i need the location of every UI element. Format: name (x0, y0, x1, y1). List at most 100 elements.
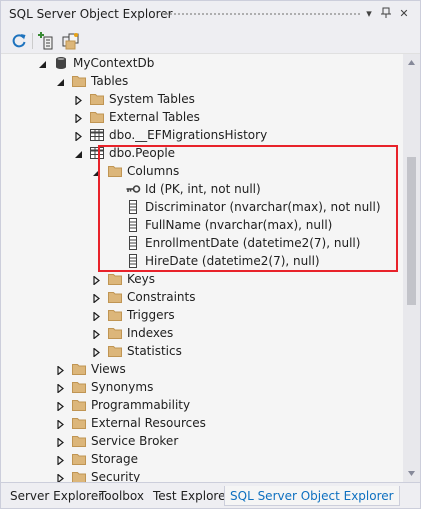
collapsed-arrow-icon[interactable] (56, 418, 65, 430)
bottom-tab-strip: Server Explorer Toolbox Test Explorer SQ… (1, 482, 420, 508)
tree-node-label: Programmability (91, 398, 191, 412)
tree-node[interactable]: Constraints (1, 288, 403, 306)
tab-toolbox[interactable]: Toolbox (94, 486, 149, 506)
title-bar[interactable]: SQL Server Object Explorer ▾ ✕ (1, 1, 420, 28)
collapsed-arrow-icon[interactable] (56, 382, 65, 394)
toolbar (1, 28, 420, 54)
vertical-scrollbar[interactable] (403, 54, 420, 482)
scroll-up-arrow-icon[interactable] (403, 54, 420, 71)
tree-node-label: EnrollmentDate (datetime2(7), null) (145, 236, 361, 250)
table-icon (89, 127, 105, 143)
tree-node[interactable]: System Tables (1, 90, 403, 108)
collapsed-arrow-icon[interactable] (92, 292, 101, 304)
refresh-icon[interactable] (9, 31, 29, 51)
sql-server-object-explorer-window: SQL Server Object Explorer ▾ ✕ MyContext… (0, 0, 421, 509)
tree-node-label: Constraints (127, 290, 196, 304)
collapsed-arrow-icon[interactable] (92, 274, 101, 286)
no-expander (110, 238, 119, 247)
expanded-arrow-icon[interactable] (92, 166, 101, 176)
tree-node[interactable]: dbo.__EFMigrationsHistory (1, 126, 403, 144)
tree-node[interactable]: Synonyms (1, 378, 403, 396)
folder-icon (107, 325, 123, 341)
collapsed-arrow-icon[interactable] (92, 328, 101, 340)
collapsed-arrow-icon[interactable] (92, 346, 101, 358)
folder-icon (89, 109, 105, 125)
tree-node[interactable]: FullName (nvarchar(max), null) (1, 216, 403, 234)
collapsed-arrow-icon[interactable] (92, 310, 101, 322)
auto-hide-pin-icon[interactable] (379, 7, 393, 21)
scroll-down-arrow-icon[interactable] (403, 465, 420, 482)
folder-icon (89, 91, 105, 107)
window-position-dropdown-icon[interactable]: ▾ (362, 7, 376, 21)
tree-node[interactable]: External Resources (1, 414, 403, 432)
tree-node[interactable]: EnrollmentDate (datetime2(7), null) (1, 234, 403, 252)
tree-node-label: Columns (127, 164, 180, 178)
tree-node[interactable]: dbo.People (1, 144, 403, 162)
column-icon (125, 253, 141, 269)
tree-node-label: HireDate (datetime2(7), null) (145, 254, 320, 268)
tab-sql-server-object-explorer[interactable]: SQL Server Object Explorer (224, 486, 400, 506)
tree-node-label: Tables (91, 74, 129, 88)
expanded-arrow-icon[interactable] (38, 58, 47, 68)
window-title: SQL Server Object Explorer (9, 7, 173, 21)
collapsed-arrow-icon[interactable] (56, 400, 65, 412)
folder-icon (107, 163, 123, 179)
title-grip (161, 12, 360, 17)
no-expander (110, 202, 119, 211)
tree-node-label: Indexes (127, 326, 174, 340)
tree-node-label: Service Broker (91, 434, 179, 448)
tree-node[interactable]: Service Broker (1, 432, 403, 450)
tree-node[interactable]: Tables (1, 72, 403, 90)
tab-test-explorer[interactable]: Test Explorer (148, 486, 235, 506)
tree-node-label: MyContextDb (73, 56, 155, 70)
tree-node[interactable]: Statistics (1, 342, 403, 360)
collapsed-arrow-icon[interactable] (74, 94, 83, 106)
tree-node[interactable]: Indexes (1, 324, 403, 342)
tree-node-label: Id (PK, int, not null) (145, 182, 261, 196)
tree-node[interactable]: Triggers (1, 306, 403, 324)
tree-node[interactable]: Id (PK, int, not null) (1, 180, 403, 198)
collapsed-arrow-icon[interactable] (56, 436, 65, 448)
no-expander (110, 220, 119, 229)
collapsed-arrow-icon[interactable] (74, 112, 83, 124)
tree-node[interactable]: Columns (1, 162, 403, 180)
tree-node[interactable]: External Tables (1, 108, 403, 126)
add-sql-server-icon[interactable] (38, 31, 58, 51)
tree-node[interactable]: Storage (1, 450, 403, 468)
collapsed-arrow-icon[interactable] (56, 454, 65, 466)
folder-icon (71, 397, 87, 413)
tree-node-label: FullName (nvarchar(max), null) (145, 218, 333, 232)
tree-node-label: Discriminator (nvarchar(max), not null) (145, 200, 381, 214)
scrollbar-thumb[interactable] (407, 157, 416, 305)
folder-icon (107, 271, 123, 287)
object-explorer-tree[interactable]: MyContextDb Tables System Tables External T… (1, 54, 403, 482)
tree-node[interactable]: Programmability (1, 396, 403, 414)
table-icon (89, 145, 105, 161)
tab-server-explorer[interactable]: Server Explorer (5, 486, 108, 506)
tree-node[interactable]: HireDate (datetime2(7), null) (1, 252, 403, 270)
tree-node[interactable]: Views (1, 360, 403, 378)
expanded-arrow-icon[interactable] (56, 76, 65, 86)
show-all-files-icon[interactable] (61, 31, 81, 51)
folder-icon (107, 289, 123, 305)
tree-node[interactable]: Keys (1, 270, 403, 288)
tree-node-label: Storage (91, 452, 138, 466)
tree-node[interactable]: Security (1, 468, 403, 482)
folder-icon (71, 433, 87, 449)
folder-icon (71, 451, 87, 467)
column-icon (125, 235, 141, 251)
column-icon (125, 217, 141, 233)
tree-node-label: Statistics (127, 344, 182, 358)
tree-node[interactable]: MyContextDb (1, 54, 403, 72)
collapsed-arrow-icon[interactable] (74, 130, 83, 142)
collapsed-arrow-icon[interactable] (56, 364, 65, 376)
tree-node-label: Security (91, 470, 141, 482)
primary-key-icon (125, 181, 141, 197)
tree-node[interactable]: Discriminator (nvarchar(max), not null) (1, 198, 403, 216)
collapsed-arrow-icon[interactable] (56, 472, 65, 482)
folder-icon (71, 379, 87, 395)
expanded-arrow-icon[interactable] (74, 148, 83, 158)
close-icon[interactable]: ✕ (397, 7, 411, 21)
tree-node-label: dbo.__EFMigrationsHistory (109, 128, 268, 142)
folder-icon (107, 343, 123, 359)
